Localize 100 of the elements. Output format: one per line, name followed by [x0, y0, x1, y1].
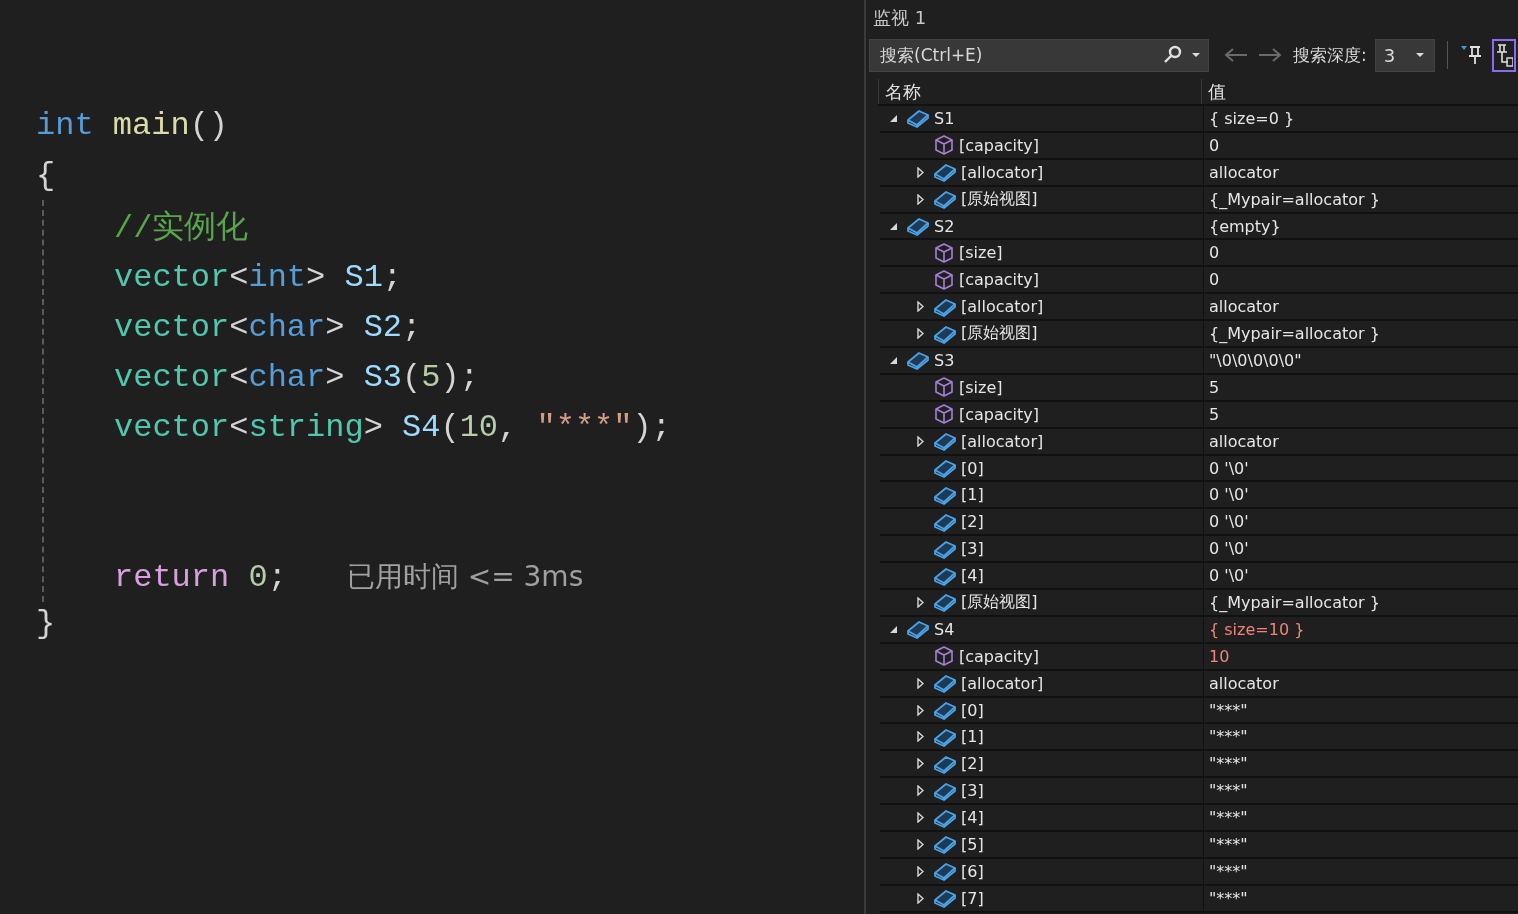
variable-value: 0 '\0'	[1203, 509, 1518, 535]
code-token: );	[632, 408, 671, 446]
code-token: 10	[459, 408, 499, 446]
variable-name: [6]	[961, 861, 984, 881]
collapsed-arrow-icon[interactable]	[916, 865, 924, 877]
collapsed-arrow-icon[interactable]	[916, 596, 924, 608]
expanded-arrow-icon[interactable]	[888, 113, 898, 123]
forward-arrow-icon[interactable]	[1257, 47, 1283, 63]
collapsed-arrow-icon[interactable]	[916, 301, 924, 313]
panel-title: 监视 1	[872, 6, 928, 30]
code-token: vector	[114, 358, 230, 396]
code-token: 5	[421, 358, 441, 396]
variable-name: [5]	[961, 835, 984, 854]
cube-icon	[933, 645, 955, 668]
variable-name: [allocator]	[961, 297, 1044, 317]
variable-name: [1]	[961, 727, 984, 747]
caret-icon[interactable]	[1190, 51, 1202, 59]
code-token: ;	[402, 308, 422, 346]
code-token: ;	[382, 258, 403, 296]
collapsed-arrow-icon[interactable]	[916, 435, 924, 447]
object-icon	[906, 108, 930, 129]
collapsed-arrow-icon[interactable]	[916, 166, 924, 178]
variable-name: [3]	[961, 781, 984, 801]
variable-value: "\0\0\0\0\0"	[1203, 348, 1518, 373]
variable-value: "***"	[1203, 858, 1518, 884]
code-token: main	[112, 106, 190, 144]
collapsed-arrow-icon[interactable]	[916, 677, 924, 689]
object-icon	[906, 350, 930, 371]
search-field[interactable]: 搜索(Ctrl+E)	[869, 38, 1209, 72]
variable-name: [capacity]	[959, 646, 1040, 666]
code-token: (	[402, 358, 422, 396]
object-icon	[933, 458, 957, 478]
variable-value: allocator	[1203, 670, 1518, 696]
collapsed-arrow-icon[interactable]	[916, 758, 924, 770]
variable-value: "***"	[1203, 697, 1518, 723]
code-token: vector	[114, 258, 230, 296]
collapsed-arrow-icon[interactable]	[916, 892, 924, 904]
collapsed-arrow-icon[interactable]	[916, 731, 924, 743]
variable-name: [4]	[961, 808, 984, 828]
depth-select[interactable]: 3	[1374, 38, 1435, 72]
search-icon[interactable]	[1162, 45, 1184, 65]
object-icon	[933, 888, 957, 909]
code-token: <	[229, 308, 249, 346]
collapsed-arrow-icon[interactable]	[916, 785, 924, 797]
code-token: );	[440, 358, 479, 396]
column-header[interactable]: 值	[1201, 79, 1518, 104]
back-arrow-icon[interactable]	[1223, 47, 1249, 63]
code-token: string	[248, 408, 364, 446]
code-token: <	[229, 258, 249, 296]
object-icon	[933, 700, 957, 721]
collapsed-arrow-icon[interactable]	[916, 704, 924, 716]
variable-value: { size=0 }	[1203, 106, 1518, 131]
code-token: >	[325, 308, 345, 346]
code-token: S3	[363, 358, 403, 396]
variable-name: [allocator]	[961, 162, 1044, 182]
object-icon	[933, 726, 957, 747]
code-token: <	[229, 358, 249, 396]
variable-name: [allocator]	[961, 431, 1044, 451]
variable-value: 0 '\0'	[1203, 455, 1518, 481]
object-icon	[933, 753, 957, 774]
variable-name: [size]	[959, 243, 1003, 263]
cube-icon	[933, 268, 955, 291]
collapsed-arrow-icon[interactable]	[916, 812, 924, 824]
code-token: vector	[114, 408, 230, 446]
variable-name: [1]	[961, 485, 984, 505]
variable-value: "***"	[1203, 751, 1518, 777]
variable-value: 0	[1203, 267, 1518, 293]
variable-name: S3	[934, 350, 955, 370]
variable-value: "***"	[1203, 778, 1518, 804]
expanded-arrow-icon[interactable]	[888, 221, 898, 231]
variable-value: 0 '\0'	[1203, 563, 1518, 589]
variable-name: [7]	[961, 888, 984, 908]
code-token: vector	[114, 308, 230, 346]
variable-value: {_Mypair=allocator }	[1203, 590, 1518, 615]
variable-value: "***"	[1203, 832, 1518, 857]
variable-name: [size]	[959, 377, 1003, 397]
search-input[interactable]: 搜索(Ctrl+E)	[878, 44, 1162, 66]
collapsed-arrow-icon[interactable]	[916, 839, 924, 850]
variable-value: 0 '\0'	[1203, 536, 1518, 562]
variable-name: [0]	[961, 700, 984, 720]
expanded-arrow-icon[interactable]	[888, 624, 898, 634]
variable-name: [原始视图]	[961, 188, 1038, 210]
column-header[interactable]: 名称	[878, 79, 1201, 104]
expanded-arrow-icon[interactable]	[888, 355, 898, 365]
object-icon	[933, 592, 957, 613]
variable-value: 5	[1203, 401, 1518, 427]
code-token: ;	[267, 558, 287, 596]
code-token: char	[248, 308, 326, 346]
variable-value: 5	[1203, 374, 1518, 400]
code-token: {	[36, 156, 56, 194]
pin-tree-icon[interactable]	[1491, 38, 1516, 72]
code-token: >	[325, 358, 345, 396]
cube-icon	[933, 134, 955, 157]
collapsed-arrow-icon[interactable]	[916, 328, 924, 340]
code-token: (	[440, 408, 460, 446]
variable-name: [原始视图]	[961, 323, 1038, 345]
collapsed-arrow-icon[interactable]	[916, 193, 924, 205]
object-icon	[933, 323, 957, 344]
code-token: 0	[248, 558, 268, 596]
code-token: ()	[189, 106, 229, 144]
